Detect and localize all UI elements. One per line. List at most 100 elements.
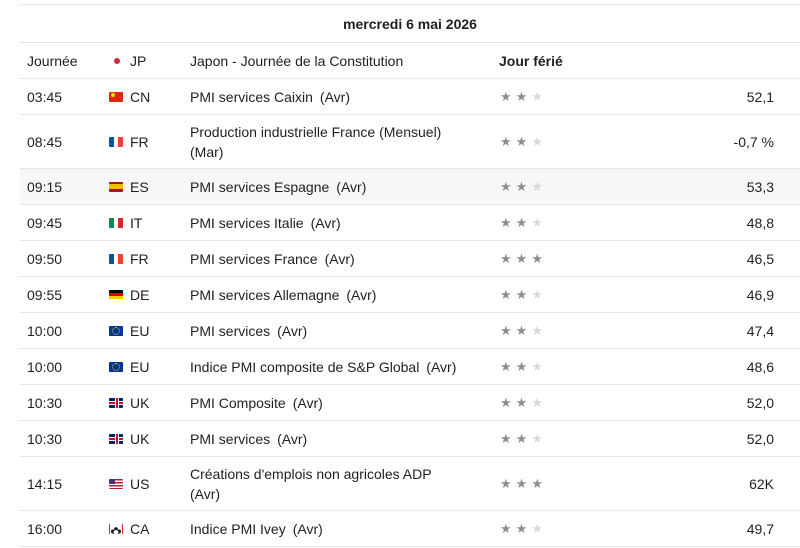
flag-france-icon [109,253,123,264]
flag-china-icon [109,91,123,102]
country-code: FR [130,250,149,267]
event-time: Journée [27,52,78,69]
importance-star-icon: ★ [500,323,512,338]
event-name[interactable]: PMI services France (Avr) [190,249,470,269]
event-row[interactable]: 08:45 FR Production industrielle France (M… [20,115,800,169]
importance-rating: ★ ★ ★ [500,396,543,409]
importance-star-icon: ★ [515,395,528,410]
event-name[interactable]: PMI services (Avr) [190,321,470,341]
event-time: 16:00 [27,520,63,537]
importance-star-icon: ★ [515,521,528,536]
flag-uk-icon [109,397,123,408]
event-time: 10:00 [27,358,63,375]
importance-star-icon: ★ [515,431,528,446]
event-value: 48,8 [746,214,774,231]
event-name[interactable]: Production industrielle France (Mensuel)… [190,122,470,162]
flag-eu-icon [109,325,123,336]
importance-star-icon: ★ [531,89,543,104]
event-name[interactable]: Indice PMI Ivey (Avr) [190,519,470,539]
importance-star-icon: ★ [515,251,528,266]
event-row[interactable]: 10:30 UK PMI services (Avr) ★ ★ ★ 52,0 [20,421,800,457]
importance-rating: ★ ★ ★ [500,477,543,490]
importance-rating: ★ ★ ★ [500,288,543,301]
importance-star-icon: ★ [515,134,528,149]
event-value: 53,3 [746,178,774,195]
event-row[interactable]: 10:30 UK PMI Composite (Avr) ★ ★ ★ 52,0 [20,385,800,421]
event-name: Japon - Journée de la Constitution [190,52,404,69]
event-row[interactable]: 10:00 EU Indice PMI composite de S&P Globa… [20,349,800,385]
event-time: 10:30 [27,394,63,411]
event-name[interactable]: PMI services (Avr) [190,429,470,449]
event-row[interactable]: 09:45 IT PMI services Italie (Avr) ★ ★ ★ 48,8 [20,205,800,241]
importance-star-icon: ★ [515,215,528,230]
country-code: ES [130,178,149,195]
importance-star-icon: ★ [500,179,512,194]
event-time: 09:50 [27,250,63,267]
country-code: IT [130,214,143,231]
flag-uk-icon [109,433,123,444]
importance-star-icon: ★ [500,134,512,149]
event-time: 10:30 [27,430,63,447]
event-value: 62K [749,475,774,492]
importance-rating: ★ ★ ★ [500,360,543,373]
event-value: 48,6 [746,358,774,375]
importance-star-icon: ★ [515,89,528,104]
importance-star-icon: ★ [531,134,543,149]
importance-rating: ★ ★ ★ [500,135,543,148]
holiday-row[interactable]: Journée JP Japon - Journée de la Constit… [20,43,800,79]
flag-japan-icon [114,57,120,64]
event-value: 46,9 [746,286,774,303]
event-row[interactable]: 16:00 ✿ CA Indice PMI Ivey (Avr) ★ ★ ★ 49,7 [20,511,800,547]
importance-star-icon: ★ [500,521,512,536]
importance-star-icon: ★ [515,287,528,302]
event-name[interactable]: Créations d'emplois non agricoles ADP (A… [190,464,470,504]
event-time: 09:15 [27,178,63,195]
importance-star-icon: ★ [500,251,512,266]
event-time: 09:45 [27,214,63,231]
event-value: 47,4 [746,322,774,339]
event-row[interactable]: 14:15 US Créations d'emplois non agricoles… [20,457,800,511]
importance-star-icon: ★ [531,323,543,338]
event-name[interactable]: PMI services Espagne (Avr) [190,177,470,197]
event-name[interactable]: PMI services Italie (Avr) [190,213,470,233]
flag-italy-icon [109,217,123,228]
importance-rating: ★ ★ ★ [500,90,543,103]
event-row[interactable]: 10:00 EU PMI services (Avr) ★ ★ ★ 47,4 [20,313,800,349]
country-code: EU [130,358,150,375]
importance-star-icon: ★ [531,179,543,194]
event-row[interactable]: 09:55 DE PMI services Allemagne (Avr) ★ ★ ★ 46… [20,277,800,313]
flag-germany-icon [109,289,123,300]
importance-rating: ★ ★ ★ [500,216,543,229]
importance-star-icon: ★ [531,521,543,536]
importance-star-icon: ★ [515,323,528,338]
event-name[interactable]: PMI services Allemagne (Avr) [190,285,470,305]
event-time: 03:45 [27,88,63,105]
event-row[interactable]: 09:15 ES PMI services Espagne (Avr) ★ ★ ★ 53,3 [20,169,800,205]
event-row[interactable]: 09:50 FR PMI services France (Avr) ★ ★ ★ 46,5 [20,241,800,277]
importance-rating: ★ ★ ★ [500,180,543,193]
country-code: FR [130,133,149,150]
flag-france-icon [109,136,123,147]
event-time: 08:45 [27,133,63,150]
importance-star-icon: ★ [500,215,512,230]
event-name[interactable]: Indice PMI composite de S&P Global (Avr) [190,357,470,377]
event-time: 09:55 [27,286,63,303]
flag-spain-icon [109,181,123,192]
event-row[interactable]: 03:45 CN PMI services Caixin (Avr) ★ ★ ★ 52,1 [20,79,800,115]
importance-star-icon: ★ [500,395,512,410]
event-name[interactable]: PMI Composite (Avr) [190,393,470,413]
flag-eu-icon [109,361,123,372]
importance-star-icon: ★ [500,287,512,302]
country-code: US [130,475,150,492]
country-code: CA [130,520,150,537]
importance-star-icon: ★ [531,359,543,374]
event-time: 14:15 [27,475,63,492]
country-code: JP [130,52,147,69]
country-code: EU [130,322,150,339]
importance-star-icon: ★ [531,287,543,302]
event-value: 49,7 [746,520,774,537]
event-value: -0,7 % [733,133,774,150]
event-name[interactable]: PMI services Caixin (Avr) [190,87,470,107]
importance-star-icon: ★ [531,215,543,230]
importance-star-icon: ★ [531,431,543,446]
